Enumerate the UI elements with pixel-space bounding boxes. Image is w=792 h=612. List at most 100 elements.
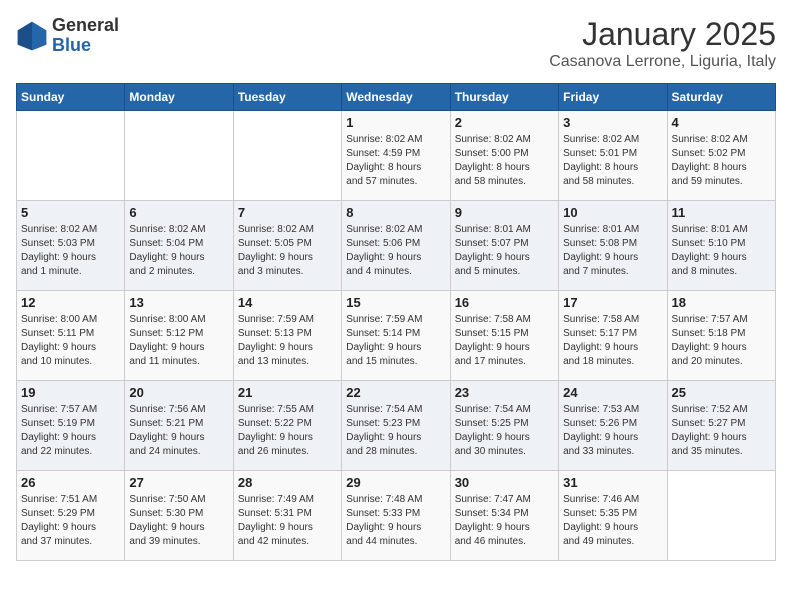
day-number: 10 [563, 205, 662, 220]
day-info: Sunrise: 8:02 AM Sunset: 4:59 PM Dayligh… [346, 133, 445, 189]
day-info: Sunrise: 7:53 AM Sunset: 5:26 PM Dayligh… [563, 403, 662, 459]
calendar-cell: 19 Sunrise: 7:57 AM Sunset: 5:19 PM Dayli… [17, 381, 125, 471]
day-number: 16 [455, 295, 554, 310]
day-number: 30 [455, 475, 554, 490]
calendar-cell: 31Sunrise: 7:46 AM Sunset: 5:35 PM Dayli… [559, 471, 667, 561]
logo-blue-text: Blue [52, 36, 119, 56]
day-number: 2 [455, 115, 554, 130]
day-info: Sunrise: 7:47 AM Sunset: 5:34 PM Dayligh… [455, 493, 554, 549]
day-info: Sunrise: 7:48 AM Sunset: 5:33 PM Dayligh… [346, 493, 445, 549]
calendar-cell: 26 Sunrise: 7:51 AM Sunset: 5:29 PM Dayli… [17, 471, 125, 561]
day-number: 19 [21, 385, 120, 400]
day-number: 12 [21, 295, 120, 310]
day-info: Sunrise: 7:58 AM Sunset: 5:15 PM Dayligh… [455, 313, 554, 369]
day-number: 22 [346, 385, 445, 400]
day-info: Sunrise: 8:02 AM Sunset: 5:02 PM Dayligh… [672, 133, 771, 189]
calendar-cell: 4 Sunrise: 8:02 AM Sunset: 5:02 PM Daylig… [667, 111, 775, 201]
calendar-cell: 23 Sunrise: 7:54 AM Sunset: 5:25 PM Dayli… [450, 381, 558, 471]
logo: General Blue [16, 16, 119, 56]
calendar-cell [233, 111, 341, 201]
day-info: Sunrise: 7:49 AM Sunset: 5:31 PM Dayligh… [238, 493, 337, 549]
day-number: 18 [672, 295, 771, 310]
calendar-cell: 10 Sunrise: 8:01 AM Sunset: 5:08 PM Dayli… [559, 201, 667, 291]
day-info: Sunrise: 8:02 AM Sunset: 5:05 PM Dayligh… [238, 223, 337, 279]
day-info: Sunrise: 7:55 AM Sunset: 5:22 PM Dayligh… [238, 403, 337, 459]
day-info: Sunrise: 8:02 AM Sunset: 5:01 PM Dayligh… [563, 133, 662, 189]
calendar-cell: 12Sunrise: 8:00 AM Sunset: 5:11 PM Dayli… [17, 291, 125, 381]
day-number: 4 [672, 115, 771, 130]
location-title: Casanova Lerrone, Liguria, Italy [549, 53, 776, 71]
calendar-cell: 18Sunrise: 7:57 AM Sunset: 5:18 PM Dayli… [667, 291, 775, 381]
weekday-row: SundayMondayTuesdayWednesdayThursdayFrid… [17, 84, 776, 111]
calendar-cell: 22 Sunrise: 7:54 AM Sunset: 5:23 PM Dayli… [342, 381, 450, 471]
calendar-cell: 6 Sunrise: 8:02 AM Sunset: 5:04 PM Daylig… [125, 201, 233, 291]
week-row-3: 12Sunrise: 8:00 AM Sunset: 5:11 PM Dayli… [17, 291, 776, 381]
day-number: 13 [129, 295, 228, 310]
day-number: 7 [238, 205, 337, 220]
page-header: General Blue January 2025 Casanova Lerro… [16, 16, 776, 71]
day-number: 20 [129, 385, 228, 400]
day-info: Sunrise: 8:02 AM Sunset: 5:06 PM Dayligh… [346, 223, 445, 279]
day-info: Sunrise: 8:01 AM Sunset: 5:07 PM Dayligh… [455, 223, 554, 279]
calendar-cell: 29Sunrise: 7:48 AM Sunset: 5:33 PM Dayli… [342, 471, 450, 561]
day-number: 23 [455, 385, 554, 400]
calendar-cell: 24 Sunrise: 7:53 AM Sunset: 5:26 PM Dayli… [559, 381, 667, 471]
week-row-5: 26 Sunrise: 7:51 AM Sunset: 5:29 PM Dayli… [17, 471, 776, 561]
week-row-1: 1 Sunrise: 8:02 AM Sunset: 4:59 PM Daylig… [17, 111, 776, 201]
calendar-cell: 21Sunrise: 7:55 AM Sunset: 5:22 PM Dayli… [233, 381, 341, 471]
day-number: 26 [21, 475, 120, 490]
calendar-table: SundayMondayTuesdayWednesdayThursdayFrid… [16, 83, 776, 561]
day-info: Sunrise: 7:50 AM Sunset: 5:30 PM Dayligh… [129, 493, 228, 549]
weekday-header-wednesday: Wednesday [342, 84, 450, 111]
day-info: Sunrise: 7:59 AM Sunset: 5:14 PM Dayligh… [346, 313, 445, 369]
calendar-cell: 20 Sunrise: 7:56 AM Sunset: 5:21 PM Dayli… [125, 381, 233, 471]
month-title: January 2025 [549, 16, 776, 53]
calendar-cell: 1 Sunrise: 8:02 AM Sunset: 4:59 PM Daylig… [342, 111, 450, 201]
day-info: Sunrise: 8:02 AM Sunset: 5:04 PM Dayligh… [129, 223, 228, 279]
weekday-header-saturday: Saturday [667, 84, 775, 111]
weekday-header-sunday: Sunday [17, 84, 125, 111]
day-info: Sunrise: 8:01 AM Sunset: 5:08 PM Dayligh… [563, 223, 662, 279]
calendar-cell: 25Sunrise: 7:52 AM Sunset: 5:27 PM Dayli… [667, 381, 775, 471]
calendar-cell: 8Sunrise: 8:02 AM Sunset: 5:06 PM Daylig… [342, 201, 450, 291]
calendar-cell: 15Sunrise: 7:59 AM Sunset: 5:14 PM Dayli… [342, 291, 450, 381]
calendar-body: 1 Sunrise: 8:02 AM Sunset: 4:59 PM Daylig… [17, 111, 776, 561]
day-number: 5 [21, 205, 120, 220]
day-info: Sunrise: 7:54 AM Sunset: 5:23 PM Dayligh… [346, 403, 445, 459]
calendar-cell: 27 Sunrise: 7:50 AM Sunset: 5:30 PM Dayli… [125, 471, 233, 561]
calendar-header: SundayMondayTuesdayWednesdayThursdayFrid… [17, 84, 776, 111]
calendar-cell: 5Sunrise: 8:02 AM Sunset: 5:03 PM Daylig… [17, 201, 125, 291]
calendar-cell: 16 Sunrise: 7:58 AM Sunset: 5:15 PM Dayli… [450, 291, 558, 381]
calendar-cell: 28Sunrise: 7:49 AM Sunset: 5:31 PM Dayli… [233, 471, 341, 561]
calendar-cell: 2 Sunrise: 8:02 AM Sunset: 5:00 PM Daylig… [450, 111, 558, 201]
calendar-cell: 17 Sunrise: 7:58 AM Sunset: 5:17 PM Dayli… [559, 291, 667, 381]
day-number: 14 [238, 295, 337, 310]
day-number: 27 [129, 475, 228, 490]
day-info: Sunrise: 7:58 AM Sunset: 5:17 PM Dayligh… [563, 313, 662, 369]
calendar-cell: 13 Sunrise: 8:00 AM Sunset: 5:12 PM Dayli… [125, 291, 233, 381]
calendar-cell [667, 471, 775, 561]
calendar-cell: 7 Sunrise: 8:02 AM Sunset: 5:05 PM Daylig… [233, 201, 341, 291]
day-number: 1 [346, 115, 445, 130]
day-number: 6 [129, 205, 228, 220]
day-number: 17 [563, 295, 662, 310]
title-block: January 2025 Casanova Lerrone, Liguria, … [549, 16, 776, 71]
day-info: Sunrise: 8:02 AM Sunset: 5:00 PM Dayligh… [455, 133, 554, 189]
day-number: 25 [672, 385, 771, 400]
day-info: Sunrise: 8:00 AM Sunset: 5:12 PM Dayligh… [129, 313, 228, 369]
day-number: 24 [563, 385, 662, 400]
calendar-cell: 11Sunrise: 8:01 AM Sunset: 5:10 PM Dayli… [667, 201, 775, 291]
day-info: Sunrise: 7:51 AM Sunset: 5:29 PM Dayligh… [21, 493, 120, 549]
logo-general-text: General [52, 16, 119, 36]
weekday-header-tuesday: Tuesday [233, 84, 341, 111]
day-info: Sunrise: 7:56 AM Sunset: 5:21 PM Dayligh… [129, 403, 228, 459]
calendar-cell: 9Sunrise: 8:01 AM Sunset: 5:07 PM Daylig… [450, 201, 558, 291]
day-info: Sunrise: 7:54 AM Sunset: 5:25 PM Dayligh… [455, 403, 554, 459]
day-info: Sunrise: 7:46 AM Sunset: 5:35 PM Dayligh… [563, 493, 662, 549]
day-number: 11 [672, 205, 771, 220]
day-number: 3 [563, 115, 662, 130]
week-row-2: 5Sunrise: 8:02 AM Sunset: 5:03 PM Daylig… [17, 201, 776, 291]
calendar-cell: 14Sunrise: 7:59 AM Sunset: 5:13 PM Dayli… [233, 291, 341, 381]
day-info: Sunrise: 7:57 AM Sunset: 5:19 PM Dayligh… [21, 403, 120, 459]
logo-icon [16, 20, 48, 52]
